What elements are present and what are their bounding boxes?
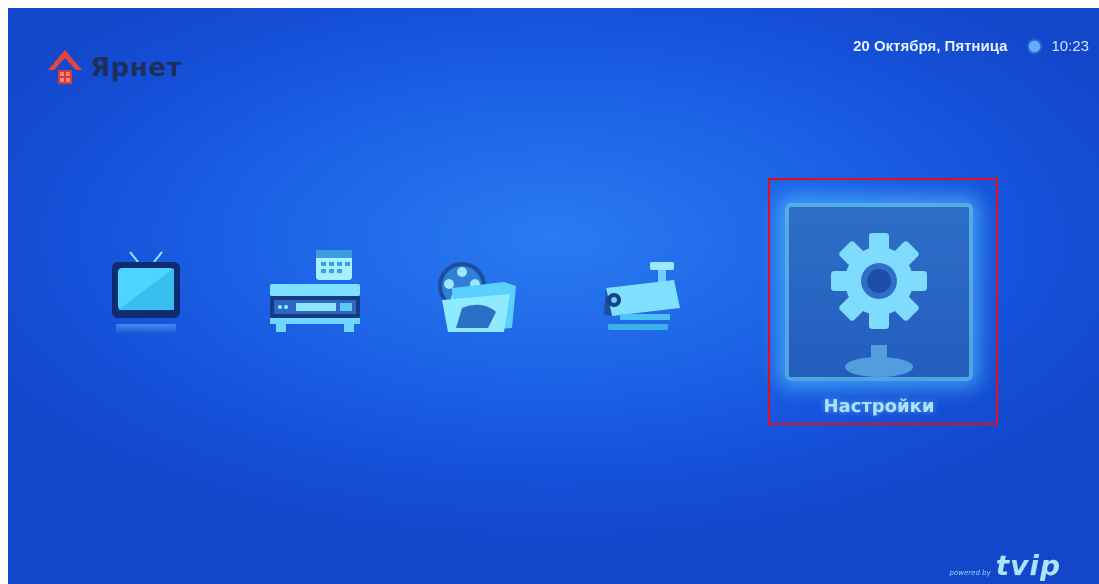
menu-item-recorder[interactable] <box>266 248 362 334</box>
menu-item-camera[interactable] <box>600 258 684 336</box>
tvip-logo: tvip <box>995 549 1061 582</box>
tv-icon <box>112 251 180 318</box>
date-label: 20 Октября, Пятница <box>853 38 1008 55</box>
powered-by-label: powered by <box>949 569 991 577</box>
security-camera-icon <box>604 262 680 330</box>
tv-reflection <box>116 324 176 334</box>
yarnet-logo: Ярнет <box>46 48 182 88</box>
recorder-calendar-icon <box>270 250 360 332</box>
selection-highlight <box>768 178 998 425</box>
house-logo-icon <box>48 50 82 84</box>
menu-item-tv[interactable] <box>108 250 184 322</box>
clock-indicator-icon <box>1029 41 1041 52</box>
time-label: 10:23 <box>1051 38 1089 55</box>
tvip-brand: powered by tvip <box>950 549 1061 582</box>
tv-screen: Ярнет 20 Октября, Пятница 10:23 Настройк… <box>8 8 1099 584</box>
logo-text: Ярнет <box>90 53 182 83</box>
media-folder-icon <box>438 262 516 332</box>
status-bar: 20 Октября, Пятница 10:23 <box>853 38 1089 55</box>
menu-item-media[interactable] <box>434 258 522 336</box>
